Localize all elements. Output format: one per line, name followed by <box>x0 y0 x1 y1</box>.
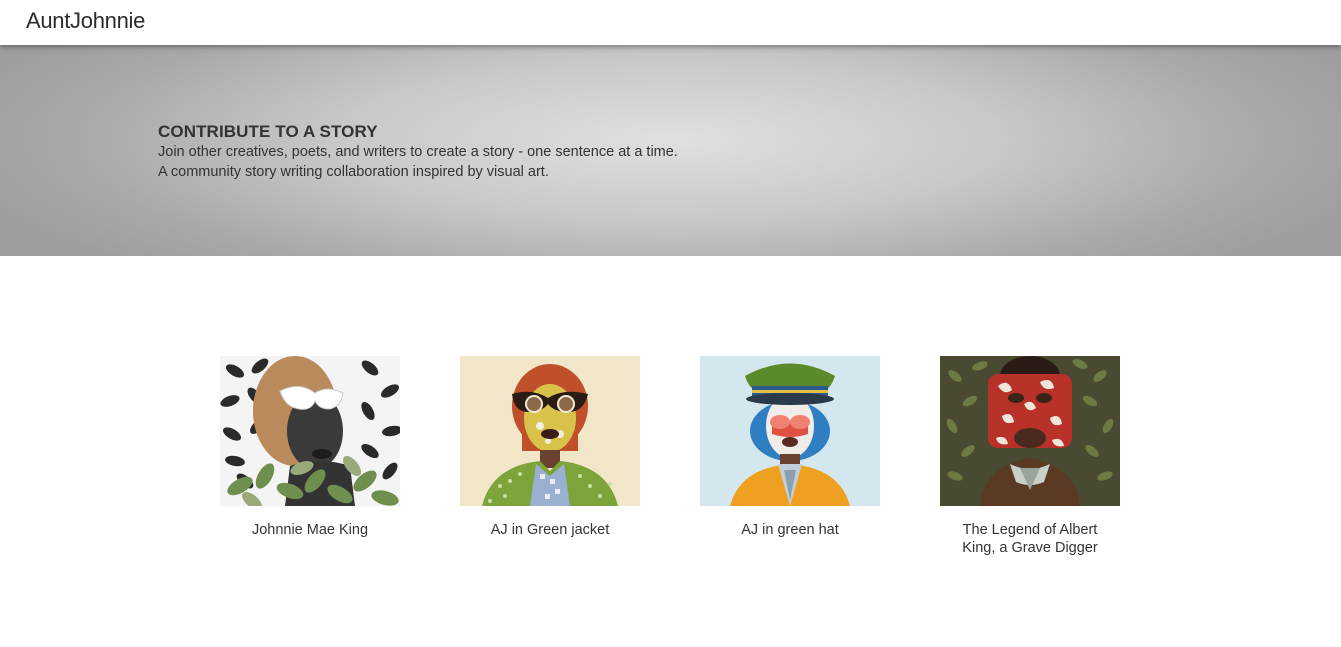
story-artwork-image[interactable] <box>940 356 1120 506</box>
story-card-johnnie-mae-king[interactable]: Johnnie Mae King <box>220 356 400 539</box>
story-card-aj-in-green-hat[interactable]: AJ in green hat <box>700 356 880 539</box>
hero-description-line-2: A community story writing collaboration … <box>158 164 549 180</box>
story-title[interactable]: AJ in Green jacket <box>460 521 640 539</box>
story-title[interactable]: Johnnie Mae King <box>220 521 400 539</box>
story-title[interactable]: AJ in green hat <box>700 521 880 539</box>
brand-logo-link[interactable]: AuntJohnnie <box>26 8 145 34</box>
hero-title: CONTRIBUTE TO A STORY <box>158 122 378 141</box>
hero-content: CONTRIBUTE TO A STORY Join other creativ… <box>158 122 678 182</box>
story-artwork-image[interactable] <box>220 356 400 506</box>
story-card-aj-in-green-jacket[interactable]: AJ in Green jacket <box>460 356 640 539</box>
hero-description-line-1: Join other creatives, poets, and writers… <box>158 144 678 160</box>
story-artwork-image[interactable] <box>700 356 880 506</box>
top-navbar: AuntJohnnie <box>0 0 1341 45</box>
story-card-legend-of-albert-king[interactable]: The Legend of Albert King, a Grave Digge… <box>940 356 1120 557</box>
hero-banner: CONTRIBUTE TO A STORY Join other creativ… <box>0 45 1341 256</box>
story-title[interactable]: The Legend of Albert King, a Grave Digge… <box>940 521 1120 557</box>
story-artwork-image[interactable] <box>460 356 640 506</box>
